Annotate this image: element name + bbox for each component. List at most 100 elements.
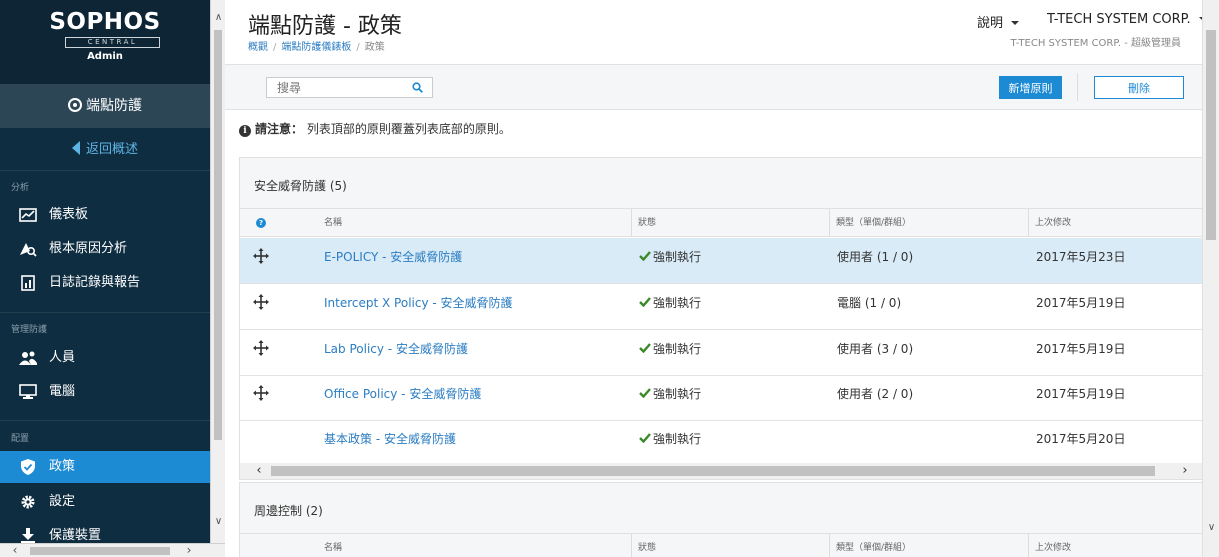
sidebar-item-dashboard[interactable]: 儀表板 [0, 199, 210, 231]
column-assign[interactable]: 類型（單個/群組） [829, 209, 911, 237]
sidebar-item-settings[interactable]: 設定 [0, 486, 210, 518]
sidebar-item-label: 設定 [49, 494, 76, 509]
add-policy-button[interactable]: 新增原則 [999, 76, 1062, 99]
scroll-up-arrow-icon[interactable]: ∧ [211, 10, 226, 25]
help-icon[interactable]: ? [256, 218, 266, 228]
sidebar-item-label: 儀表板 [49, 207, 89, 222]
modified-cell: 2017年5月19日 [1036, 342, 1126, 356]
assignment-cell: 使用者 (2 / 0) [837, 387, 914, 401]
notice: i 請注意： 列表頂部的原則覆蓋列表底部的原則。 [239, 120, 511, 137]
column-modified[interactable]: 上次修改 [1028, 534, 1071, 557]
sidebar-item-label: 政策 [49, 459, 76, 474]
breadcrumb-current: 政策 [364, 42, 385, 53]
sidebar-item-label: 日誌記錄與報告 [49, 275, 141, 290]
delete-button[interactable]: 刪除 [1094, 76, 1184, 99]
table-row[interactable]: E-POLICY - 安全威脅防護 強制執行 使用者 (1 / 0) 2017年… [240, 238, 1202, 284]
table-row[interactable]: 基本政策 - 安全威脅防護 強制執行 2017年5月20日 [240, 420, 1202, 466]
download-icon [21, 528, 35, 543]
column-modified[interactable]: 上次修改 [1028, 209, 1071, 237]
status-text: 強制執行 [653, 387, 702, 401]
scroll-thumb[interactable] [30, 547, 170, 555]
back-arrow-icon [71, 141, 80, 155]
status-cell: 強制執行 [639, 385, 701, 402]
org-menu[interactable]: T-TECH SYSTEM CORP. [1047, 12, 1207, 27]
checkmark-icon [639, 251, 651, 261]
scroll-down-arrow-icon[interactable]: ∨ [1203, 522, 1219, 537]
logo[interactable]: SOPHOS CENTRAL Admin [0, 0, 210, 84]
table-row[interactable]: Office Policy - 安全威脅防護 強制執行 使用者 (2 / 0) … [240, 375, 1202, 421]
checkmark-icon [639, 343, 651, 353]
sidebar-item-root-cause[interactable]: 根本原因分析 [0, 233, 210, 265]
product-header[interactable]: 端點防護 [0, 84, 210, 128]
section-config [0, 420, 210, 421]
breadcrumb-separator: / [273, 42, 277, 53]
scroll-right-arrow-icon[interactable]: › [182, 544, 196, 557]
sidebar-horizontal-scrollbar[interactable]: ‹ › [0, 543, 225, 557]
breadcrumb: 概觀 / 端點防護儀錶板 / 政策 [248, 38, 385, 53]
search-input[interactable] [266, 77, 433, 98]
modified-cell: 2017年5月19日 [1036, 296, 1126, 310]
back-label: 返回概述 [85, 142, 138, 157]
people-icon [19, 351, 37, 365]
sidebar-item-label: 根本原因分析 [49, 241, 128, 256]
dashboard-icon [19, 208, 37, 222]
policy-name-link[interactable]: E-POLICY - 安全威脅防護 [324, 248, 462, 265]
report-icon [21, 275, 35, 291]
scroll-left-arrow-icon[interactable]: ‹ [8, 544, 22, 557]
drag-handle-icon[interactable] [253, 248, 269, 264]
drag-handle-icon[interactable] [253, 385, 269, 401]
scroll-right-arrow-icon[interactable]: › [1178, 463, 1192, 479]
column-assign[interactable]: 類型（單個/群組） [829, 534, 911, 557]
brand-name: SOPHOS [49, 9, 161, 35]
column-name[interactable]: 名稱 [324, 534, 342, 557]
modified-cell: 2017年5月19日 [1036, 387, 1126, 401]
table-row[interactable]: Lab Policy - 安全威脅防護 強制執行 使用者 (3 / 0) 201… [240, 330, 1202, 376]
column-status[interactable]: 狀態 [631, 209, 656, 237]
policy-name-link[interactable]: Lab Policy - 安全威脅防護 [324, 340, 468, 357]
status-cell: 強制執行 [639, 430, 701, 447]
scroll-thumb[interactable] [214, 30, 222, 440]
panel-title: 安全威脅防護 (5) [254, 179, 347, 193]
caret-down-icon [1011, 21, 1020, 25]
policy-name-link[interactable]: Office Policy - 安全威脅防護 [324, 385, 481, 402]
breadcrumb-endpoint-dashboard[interactable]: 端點防護儀錶板 [281, 42, 351, 53]
drag-handle-icon[interactable] [253, 294, 269, 310]
column-status[interactable]: 狀態 [631, 534, 656, 557]
brand-sub: CENTRAL [65, 37, 160, 48]
brand-role: Admin [87, 51, 123, 62]
back-to-overview-link[interactable]: 返回概述 [0, 136, 210, 164]
shield-icon [21, 459, 35, 475]
assignment-cell: 電腦 (1 / 0) [837, 296, 902, 310]
policy-name-link[interactable]: Intercept X Policy - 安全威脅防護 [324, 294, 513, 311]
policy-name-link[interactable]: 基本政策 - 安全威脅防護 [324, 430, 456, 447]
scroll-left-arrow-icon[interactable]: ‹ [252, 463, 266, 479]
table-horizontal-scrollbar[interactable]: ‹ › [240, 463, 1202, 479]
help-menu[interactable]: 說明 [977, 12, 1020, 31]
page-title: 端點防護 - 政策 [248, 14, 402, 39]
section-analysis [0, 170, 210, 171]
section-manage [0, 312, 210, 313]
column-name[interactable]: 名稱 [324, 209, 342, 237]
status-cell: 強制執行 [639, 248, 701, 265]
gear-icon [21, 495, 35, 509]
sidebar-item-reports[interactable]: 日誌記錄與報告 [0, 267, 210, 299]
search-icon[interactable] [412, 82, 423, 93]
checkmark-icon [639, 297, 651, 307]
scroll-thumb[interactable] [271, 466, 1155, 476]
org-label: T-TECH SYSTEM CORP. [1047, 12, 1191, 27]
toolbar-divider [1077, 73, 1078, 101]
sidebar-item-computers[interactable]: 電腦 [0, 376, 210, 408]
breadcrumb-separator: / [356, 42, 360, 53]
main-vertical-scrollbar[interactable]: ∨ [1202, 0, 1219, 557]
sidebar-item-policies[interactable]: 政策 [0, 451, 210, 483]
column-headers: 名稱 狀態 類型（單個/群組） 上次修改 [240, 534, 1202, 557]
sidebar-vertical-scrollbar[interactable]: ∧ ∨ [210, 0, 225, 543]
breadcrumb-overview[interactable]: 概觀 [248, 42, 268, 53]
table-row[interactable]: Intercept X Policy - 安全威脅防護 強制執行 電腦 (1 /… [240, 284, 1202, 330]
scroll-thumb[interactable] [1206, 30, 1216, 240]
assignment-cell: 使用者 (1 / 0) [837, 250, 914, 264]
sidebar-item-people[interactable]: 人員 [0, 342, 210, 374]
help-label: 說明 [977, 16, 1004, 31]
scroll-down-arrow-icon[interactable]: ∨ [211, 514, 226, 529]
drag-handle-icon[interactable] [253, 340, 269, 356]
